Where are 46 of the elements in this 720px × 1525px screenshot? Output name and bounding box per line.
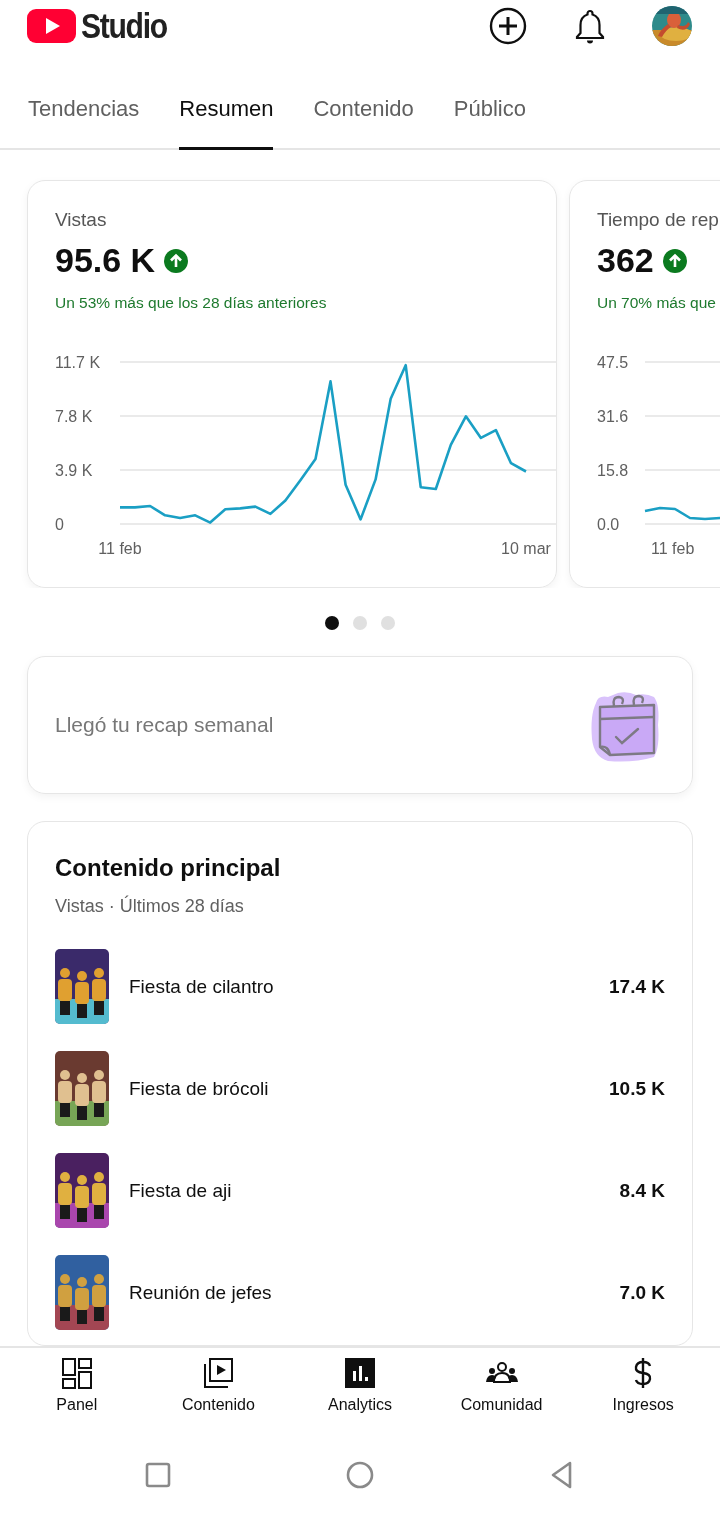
- comparison-text: Un 53% más que los 28 días anteriores: [55, 294, 328, 312]
- nav-item[interactable]: Analytics: [295, 1356, 425, 1434]
- nav-item[interactable]: Ingresos: [578, 1356, 709, 1434]
- y-axis-label: 0: [55, 516, 64, 533]
- comparison-text: Un 70% más que: [597, 294, 717, 312]
- y-axis-label: 0.0: [597, 516, 620, 533]
- metric-label: Vistas: [55, 209, 108, 231]
- video-title[interactable]: Fiesta de brócoli: [129, 1077, 609, 1100]
- carousel-dot[interactable]: [353, 616, 367, 630]
- metric-card[interactable]: Tiempo de rep 362 Un 70% más que 47.5 31.6 15.8 0.0 11 feb: [569, 180, 720, 588]
- carousel-dot[interactable]: [325, 616, 339, 630]
- x-axis-label: 11 feb: [98, 540, 142, 557]
- y-axis-label: 47.5: [597, 354, 629, 371]
- card-subtitle: Vistas · Últimos 28 días: [55, 896, 245, 917]
- recap-card[interactable]: Llegó tu recap semanal: [27, 656, 693, 794]
- carousel-dot[interactable]: [381, 616, 395, 630]
- view-count: 17.4 K: [609, 975, 665, 998]
- create-plus-icon[interactable]: [488, 6, 528, 46]
- x-axis-label: 11 feb: [651, 540, 695, 557]
- y-axis-label: 15.8: [597, 462, 629, 479]
- play-logo-icon: [27, 9, 76, 43]
- metric-label: Tiempo de rep: [597, 209, 720, 231]
- y-axis-label: 7.8 K: [55, 408, 93, 425]
- video-title[interactable]: Reunión de jefes: [129, 1281, 620, 1304]
- recap-text: Llegó tu recap semanal: [55, 713, 275, 737]
- view-count: 10.5 K: [609, 1077, 665, 1100]
- y-axis-label: 11.7 K: [55, 354, 101, 371]
- nav-item[interactable]: Panel: [11, 1356, 142, 1434]
- nav-item[interactable]: Contenido: [153, 1356, 284, 1434]
- y-axis-label: 31.6: [597, 408, 629, 425]
- y-axis-label: 3.9 K: [55, 462, 93, 479]
- tab[interactable]: Resumen: [179, 72, 274, 150]
- metric-value: 95.6 K: [55, 241, 156, 280]
- view-count: 8.4 K: [619, 1179, 665, 1202]
- view-count: 7.0 K: [619, 1281, 665, 1304]
- logo-text: Studio: [81, 6, 167, 46]
- tab[interactable]: Tendencias: [28, 72, 140, 150]
- tab[interactable]: Público: [453, 72, 526, 150]
- x-axis-label: 10 mar: [501, 540, 551, 557]
- card-title: Contenido principal: [55, 854, 282, 882]
- video-title[interactable]: Fiesta de aji: [129, 1179, 620, 1202]
- metric-card[interactable]: Vistas 95.6 K Un 53% más que los 28 días anteriores 11.7 K 7.8 K 3.9 K 0 11 feb 10 mar: [27, 180, 557, 588]
- video-title[interactable]: Fiesta de cilantro: [129, 975, 609, 998]
- metric-value: 362: [597, 241, 654, 280]
- tab[interactable]: Contenido: [313, 72, 414, 150]
- nav-item[interactable]: Comunidad: [436, 1356, 567, 1434]
